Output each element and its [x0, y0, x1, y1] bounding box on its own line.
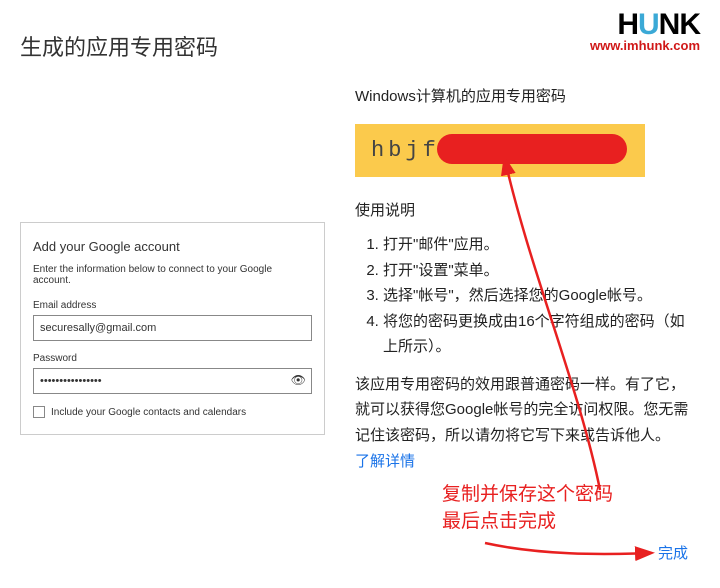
learn-more-link[interactable]: 了解详情	[355, 450, 415, 471]
list-item: 打开"设置"菜单。	[383, 258, 695, 284]
page-title: 生成的应用专用密码	[20, 30, 218, 62]
instructions-list: 打开"邮件"应用。 打开"设置"菜单。 选择"帐号"，然后选择您的Google帐…	[383, 232, 695, 360]
list-item: 将您的密码更换成由16个字符组成的密码（如上所示）。	[383, 309, 695, 360]
password-text: hbjf	[371, 138, 440, 163]
annotation-line1: 复制并保存这个密码	[442, 484, 613, 505]
checkbox-icon	[33, 406, 45, 418]
done-button[interactable]: 完成	[658, 542, 688, 563]
google-account-card: Add your Google account Enter the inform…	[20, 222, 325, 435]
logo-url: www.imhunk.com	[590, 38, 700, 53]
annotation-line2: 最后点击完成	[442, 511, 556, 532]
generated-password-box: hbjf	[355, 124, 645, 177]
password-label: Password	[33, 353, 312, 364]
redaction-overlay	[437, 134, 627, 164]
card-title: Add your Google account	[33, 239, 312, 254]
email-label: Email address	[33, 300, 312, 311]
list-item: 打开"邮件"应用。	[383, 232, 695, 258]
include-label: Include your Google contacts and calenda…	[51, 407, 246, 418]
explanation-paragraph: 该应用专用密码的效用跟普通密码一样。有了它，就可以获得您Google帐号的完全访…	[355, 372, 695, 449]
red-annotation: 复制并保存这个密码 最后点击完成	[442, 482, 613, 535]
brand-logo: HUNK www.imhunk.com	[590, 8, 700, 53]
card-description: Enter the information below to connect t…	[33, 264, 312, 286]
list-item: 选择"帐号"，然后选择您的Google帐号。	[383, 283, 695, 309]
instructions-heading: 使用说明	[355, 199, 695, 220]
password-field[interactable]	[33, 368, 312, 394]
eye-icon[interactable]: 👁	[291, 373, 306, 387]
include-contacts-checkbox[interactable]: Include your Google contacts and calenda…	[33, 406, 312, 418]
email-field[interactable]	[33, 315, 312, 341]
main-content: Windows计算机的应用专用密码 hbjf 使用说明 打开"邮件"应用。 打开…	[355, 85, 695, 471]
password-subtitle: Windows计算机的应用专用密码	[355, 85, 695, 106]
logo-text: HUNK	[590, 8, 700, 42]
